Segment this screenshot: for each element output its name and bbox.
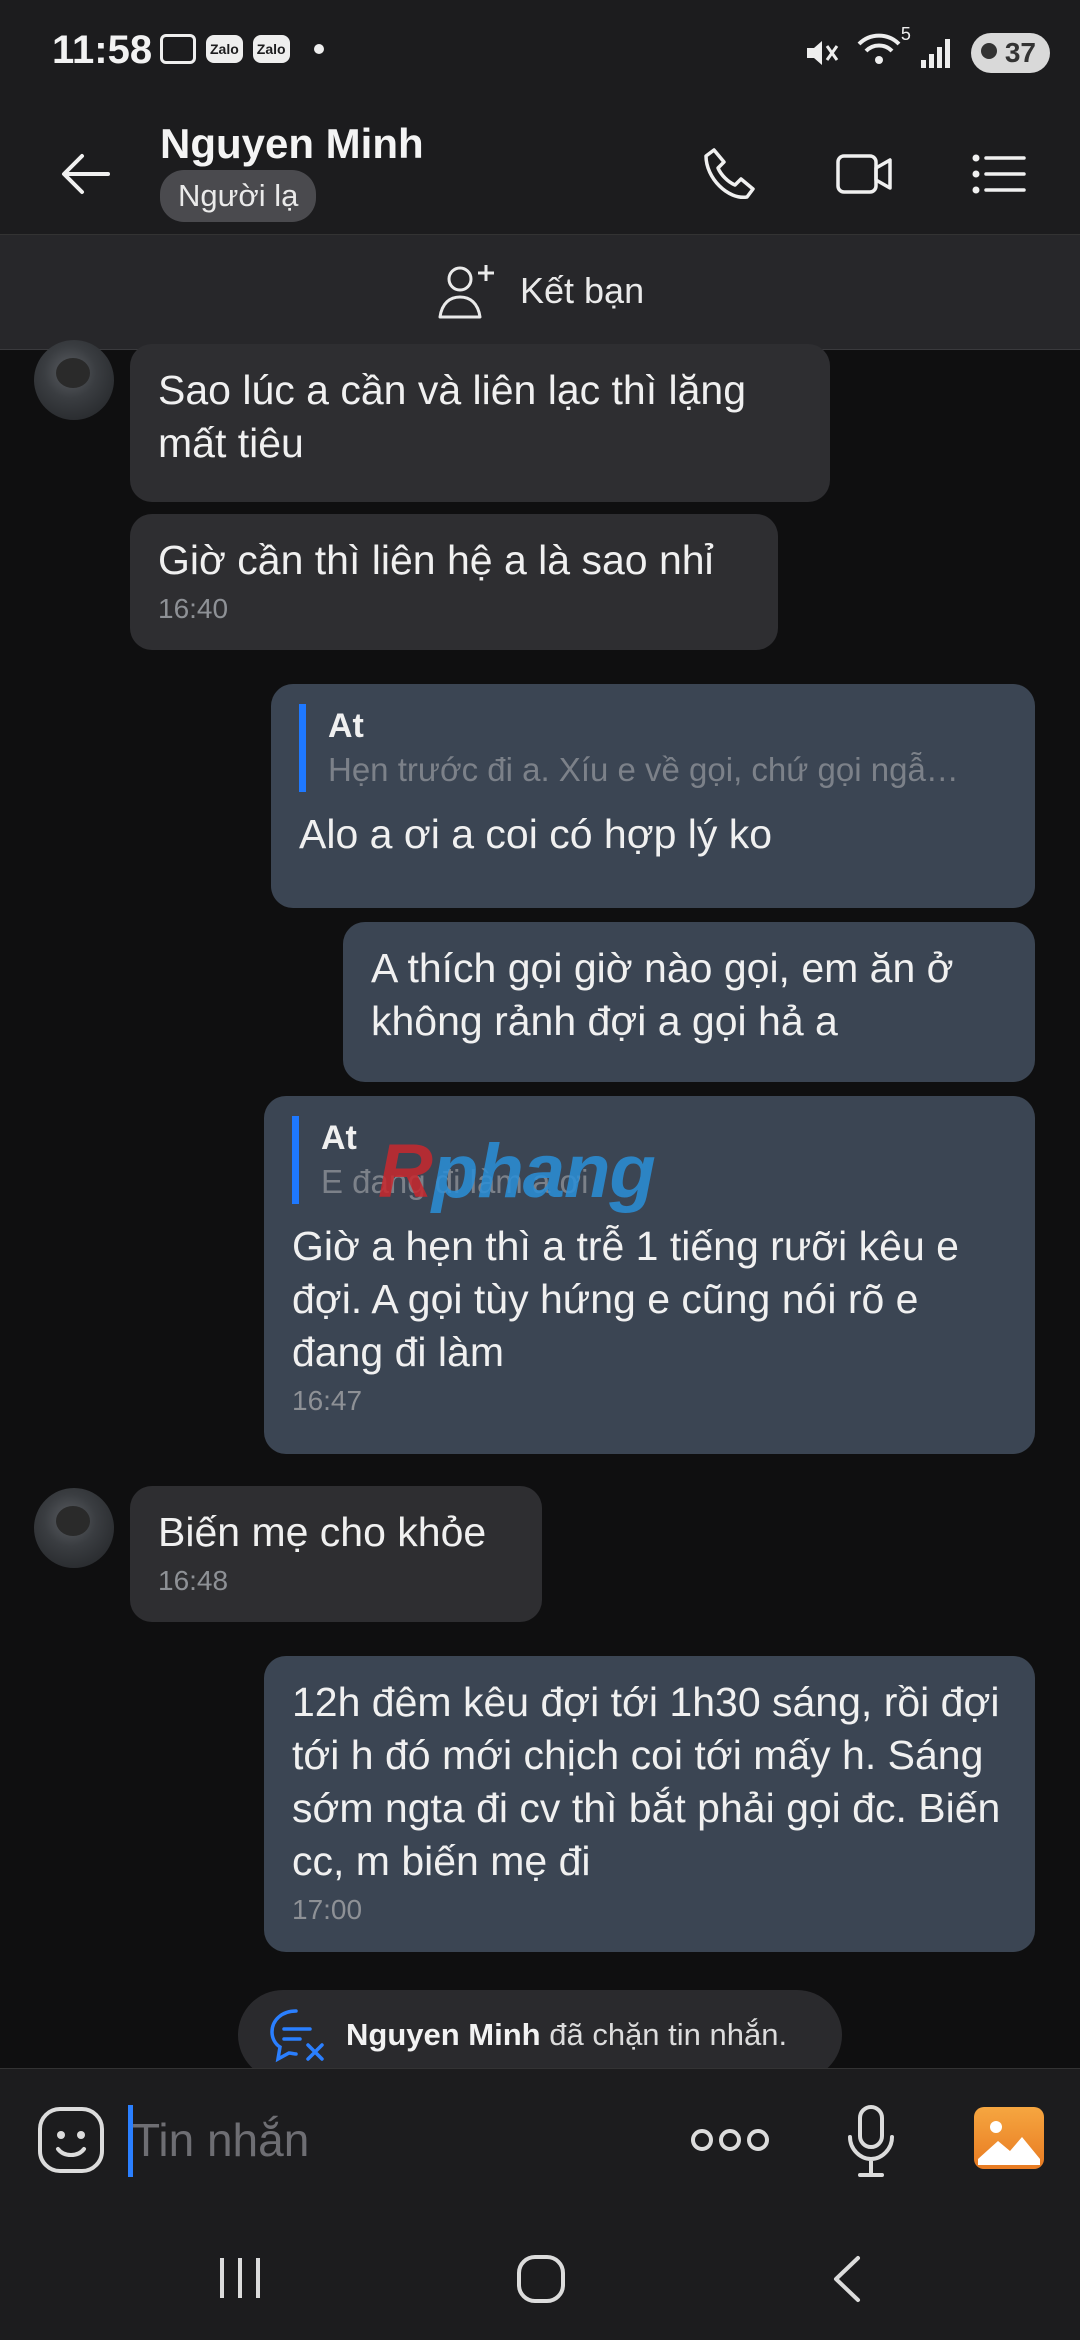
add-friend-bar: Kết bạn (0, 234, 1080, 350)
message-time: 16:48 (158, 1565, 229, 1596)
status-system-icons: 5 37 (803, 24, 1050, 73)
stranger-badge: Người lạ (160, 170, 317, 222)
phone-icon[interactable] (700, 144, 762, 204)
contact-name[interactable]: Nguyen Minh (160, 120, 424, 168)
add-friend-button[interactable]: Kết bạn (436, 261, 644, 321)
status-bar: 11:58 Zalo Zalo 5 37 (0, 0, 1080, 110)
back-icon[interactable] (826, 2254, 866, 2304)
network-type: 5 (900, 24, 911, 44)
zalo-notification-icon: Zalo (252, 35, 290, 63)
mute-icon (806, 40, 839, 65)
video-call-icon[interactable] (834, 144, 896, 204)
blocked-text: Nguyen Minh đã chặn tin nhắn. (346, 2017, 788, 2052)
menu-list-icon[interactable] (968, 144, 1030, 204)
system-navigation-bar (0, 2210, 1080, 2340)
avatar[interactable] (34, 340, 114, 420)
blocked-chat-icon (270, 2009, 324, 2063)
add-friend-label: Kết bạn (520, 270, 645, 311)
blocked-notice: Nguyen Minh đã chặn tin nhắn. (238, 1990, 842, 2080)
message-text: Giờ cần thì liên hệ a là sao nhỉ (158, 537, 714, 583)
zalo-notification-icon: Zalo (206, 35, 243, 63)
message-time: 16:47 (292, 1385, 363, 1416)
message-time: 16:40 (158, 593, 229, 624)
recent-apps-icon[interactable] (216, 2256, 264, 2300)
chat-header: Nguyen Minh Người lạ (0, 110, 1080, 234)
message-text: Alo a ơi a coi có hợp lý ko (299, 811, 773, 857)
message-bubble[interactable]: At Hẹn trước đi a. Xíu e về gọi, chứ gọi… (271, 684, 1035, 908)
home-icon[interactable] (516, 2254, 566, 2304)
message-text: Giờ a hẹn thì a trễ 1 tiếng rưỡi kêu e đ… (292, 1223, 959, 1375)
quote-author: At (328, 707, 364, 745)
more-notifications-dot-icon (313, 44, 324, 54)
message-text: Biến mẹ cho khỏe (158, 1509, 487, 1555)
message-bubble[interactable]: 12h đêm kêu đợi tới 1h30 sáng, rồi đợi t… (264, 1656, 1035, 1952)
message-bubble[interactable]: Biến mẹ cho khỏe 16:48 (130, 1486, 542, 1622)
watermark-logo: Rphang (378, 1129, 656, 1214)
message-text: 12h đêm kêu đợi tới 1h30 sáng, rồi đợi t… (292, 1679, 1001, 1884)
message-input[interactable]: Tin nhắn (132, 2113, 309, 2167)
signal-icon (920, 38, 950, 68)
avatar[interactable] (34, 1488, 114, 1568)
sticker-icon[interactable] (36, 2105, 106, 2175)
wifi-icon (857, 33, 901, 64)
microphone-icon[interactable] (846, 2103, 896, 2179)
message-input-bar: Tin nhắn (0, 2068, 1080, 2211)
battery-indicator: 37 (970, 32, 1050, 73)
status-time: 11:58 (52, 28, 153, 72)
quoted-message[interactable]: At Hẹn trước đi a. Xíu e về gọi, chứ gọi… (299, 704, 1007, 792)
message-bubble[interactable]: Sao lúc a cần và liên lạc thì lặng mất t… (130, 344, 830, 502)
quote-text: Hẹn trước đi a. Xíu e về gọi, chứ gọi ng… (328, 751, 959, 788)
status-notification-icons: Zalo Zalo (160, 34, 324, 64)
message-text: Sao lúc a cần và liên lạc thì lặng mất t… (158, 367, 747, 466)
message-bubble[interactable]: Giờ cần thì liên hệ a là sao nhỉ 16:40 (130, 514, 778, 650)
gallery-icon[interactable] (974, 2107, 1044, 2169)
message-bubble[interactable]: A thích gọi giờ nào gọi, em ăn ở không r… (343, 922, 1035, 1082)
more-icon[interactable] (690, 2125, 770, 2155)
screenshot-notification-icon (160, 34, 196, 64)
message-text: A thích gọi giờ nào gọi, em ăn ở không r… (371, 945, 954, 1044)
back-arrow-icon[interactable] (58, 146, 114, 202)
message-time: 17:00 (292, 1894, 363, 1925)
add-user-icon (438, 265, 494, 319)
